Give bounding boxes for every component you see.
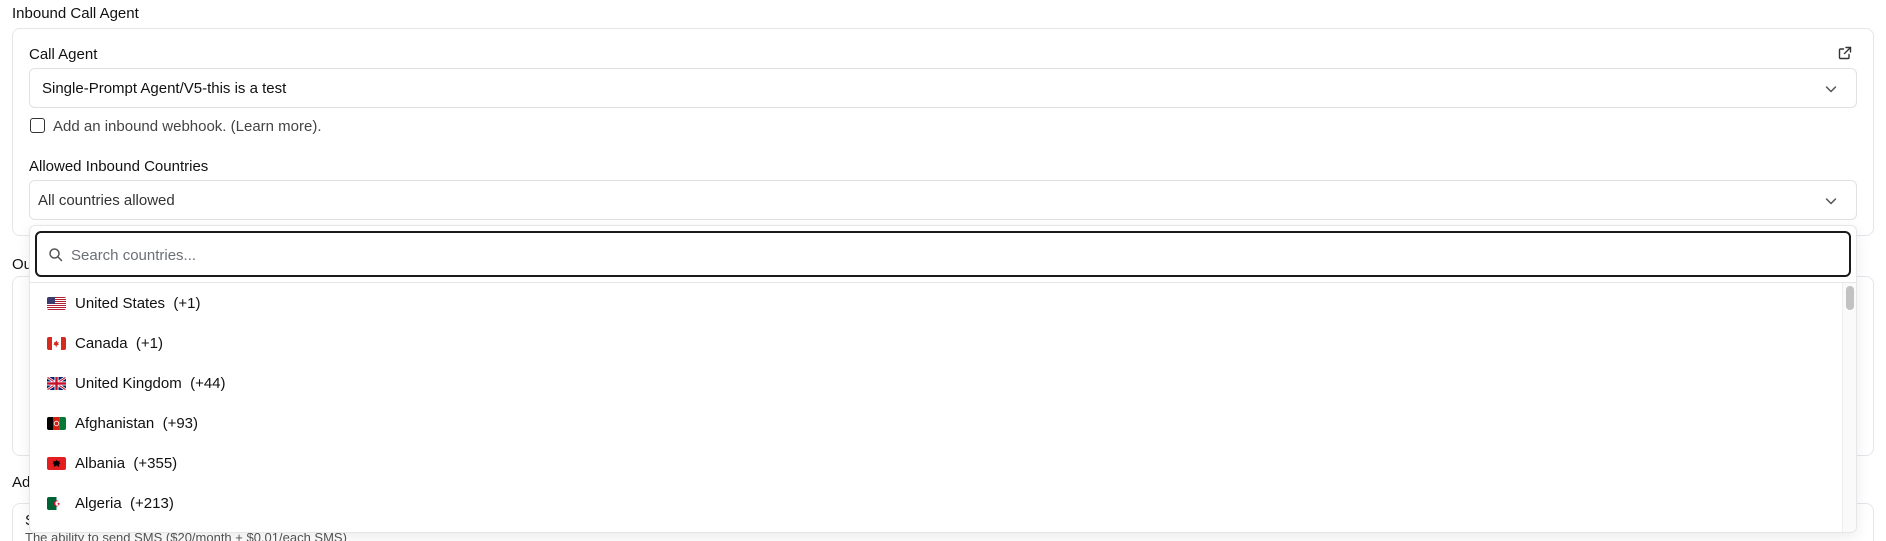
gb-flag-icon <box>47 376 66 390</box>
search-icon <box>49 248 63 262</box>
external-link-icon[interactable] <box>1838 46 1852 60</box>
inbound-webhook-checkbox[interactable] <box>30 118 45 133</box>
country-list-scrollbar[interactable] <box>1842 283 1856 532</box>
countries-dropdown: United States (+1) Canada (+1) United Ki… <box>29 225 1857 533</box>
us-flag-icon <box>47 296 66 310</box>
af-flag-icon <box>47 416 66 430</box>
call-agent-label: Call Agent <box>29 46 98 63</box>
country-option-label: Albania (+355) <box>75 454 178 472</box>
chevron-down-icon <box>1825 86 1837 93</box>
allowed-countries-selected-value: All countries allowed <box>38 192 175 209</box>
country-search-box[interactable] <box>35 231 1851 277</box>
country-option-label: Canada (+1) <box>75 334 163 352</box>
addons-section-title: Ad <box>12 474 31 491</box>
call-agent-selected-value: Single-Prompt Agent/V5-this is a test <box>42 80 287 97</box>
country-option-algeria[interactable]: Algeria (+213) <box>30 483 1842 523</box>
country-list: United States (+1) Canada (+1) United Ki… <box>30 283 1842 532</box>
country-search-input[interactable] <box>71 243 1831 267</box>
chevron-down-icon <box>1825 198 1837 205</box>
allowed-countries-select[interactable]: All countries allowed <box>29 180 1857 220</box>
ca-flag-icon <box>47 336 66 350</box>
country-option-united-states[interactable]: United States (+1) <box>30 283 1842 323</box>
country-option-label: Algeria (+213) <box>75 494 174 512</box>
country-option-albania[interactable]: Albania (+355) <box>30 443 1842 483</box>
country-option-label: Afghanistan (+93) <box>75 414 199 432</box>
inbound-webhook-label[interactable]: Add an inbound webhook. (Learn more). <box>53 118 322 135</box>
inbound-section-title: Inbound Call Agent <box>12 5 139 22</box>
dz-flag-icon <box>47 496 66 510</box>
country-option-label: United Kingdom (+44) <box>75 374 226 392</box>
country-option-united-kingdom[interactable]: United Kingdom (+44) <box>30 363 1842 403</box>
country-option-afghanistan[interactable]: Afghanistan (+93) <box>30 403 1842 443</box>
al-flag-icon <box>47 456 66 470</box>
scrollbar-thumb[interactable] <box>1846 286 1854 310</box>
country-option-label: United States (+1) <box>75 294 201 312</box>
country-option-canada[interactable]: Canada (+1) <box>30 323 1842 363</box>
allowed-countries-label: Allowed Inbound Countries <box>29 158 209 175</box>
call-agent-select[interactable]: Single-Prompt Agent/V5-this is a test <box>29 68 1857 108</box>
